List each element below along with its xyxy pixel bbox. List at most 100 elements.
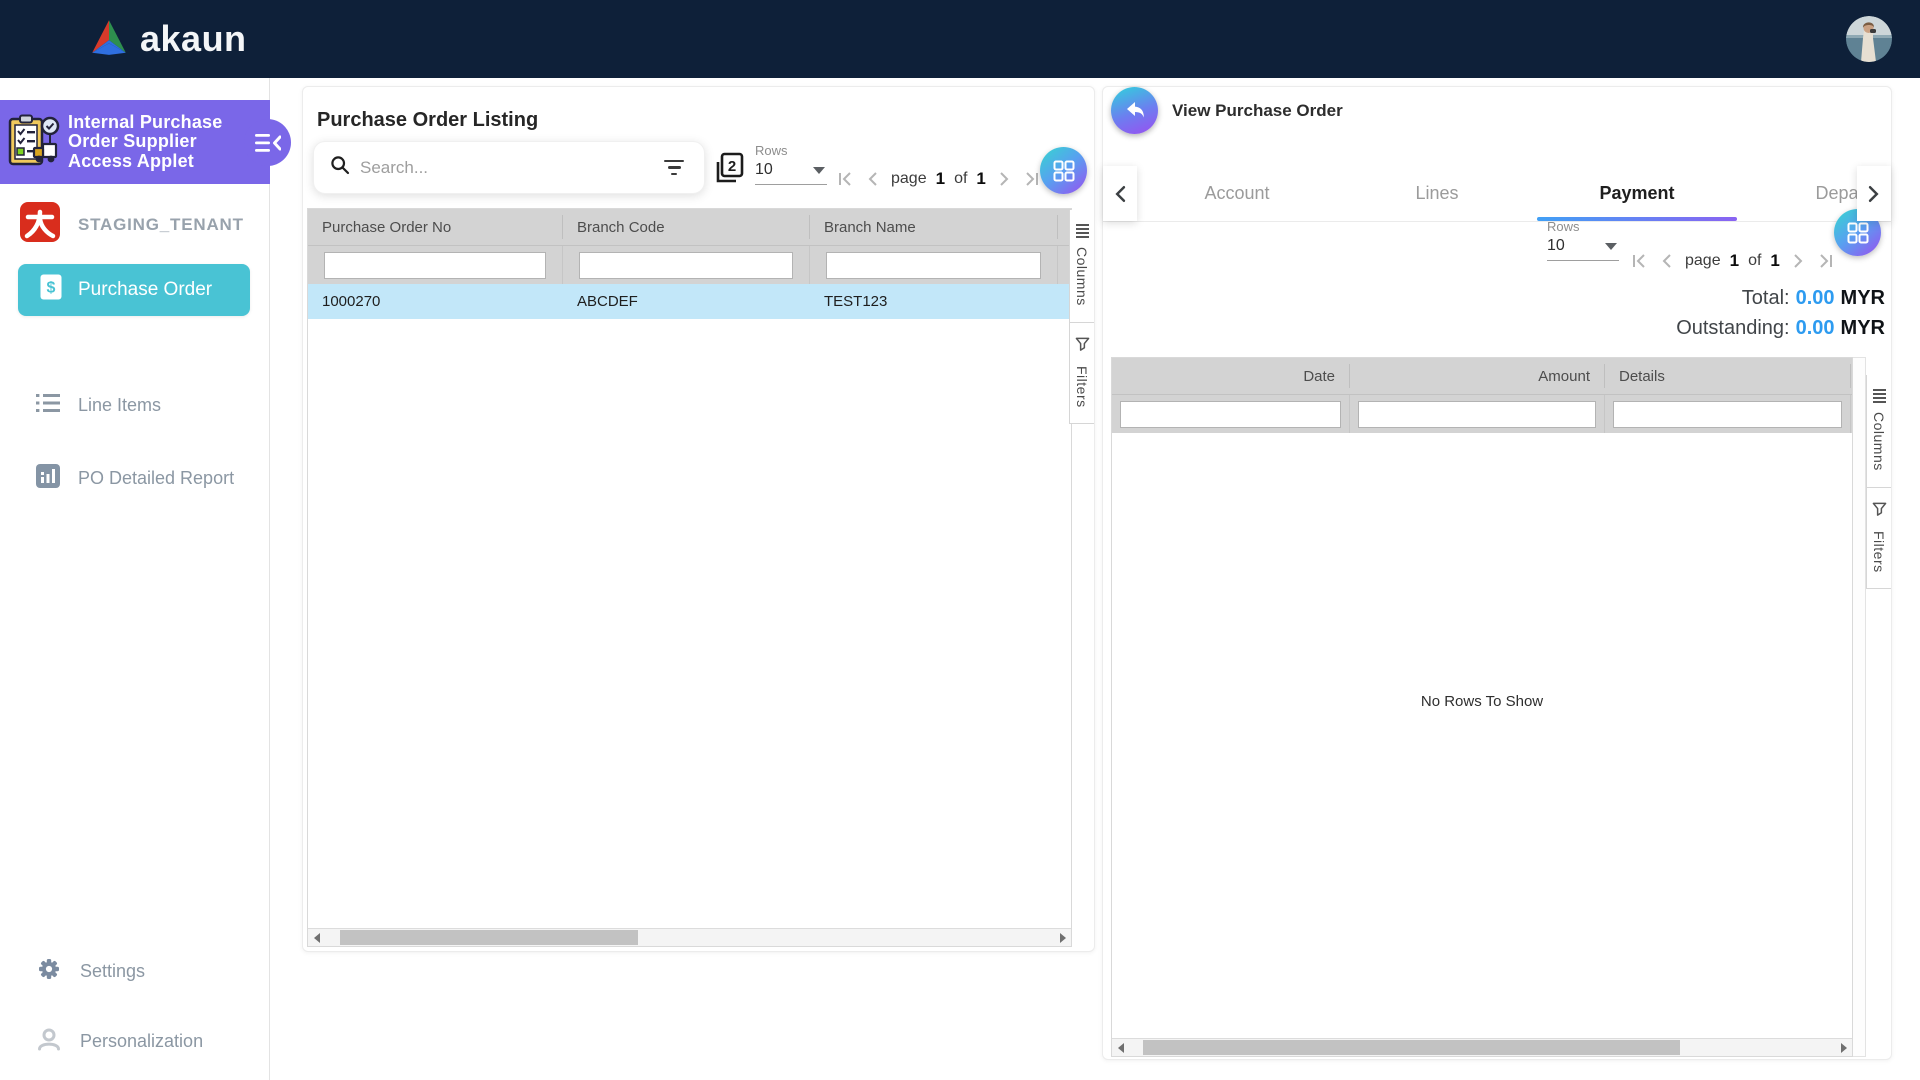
akaun-logo-icon: [88, 18, 130, 61]
detail-title: View Purchase Order: [1172, 101, 1343, 121]
column-header-details[interactable]: Details: [1605, 364, 1851, 388]
tab-department[interactable]: Depa: [1737, 166, 1857, 221]
table-filter-row: [1112, 394, 1852, 433]
rows-per-page: Rows 10: [1547, 219, 1619, 261]
purchase-order-table: Purchase Order No Branch Code Branch Nam…: [307, 208, 1072, 947]
tenant-logo-icon: [20, 202, 60, 247]
filter-input-branch-code[interactable]: [579, 252, 793, 279]
filter-input-branch-name[interactable]: [826, 252, 1041, 279]
rows-select[interactable]: 10: [1547, 234, 1619, 261]
list-icon: [36, 394, 60, 417]
sidebar-item-label: Line Items: [78, 395, 161, 416]
search-box: [313, 141, 705, 194]
column-header-purchase-order-no[interactable]: Purchase Order No: [308, 215, 563, 239]
tabs-scroll-right-button[interactable]: [1857, 166, 1891, 221]
of-word: of: [1748, 252, 1761, 270]
total-pages: 1: [976, 169, 985, 189]
chevron-down-icon: [1605, 243, 1617, 250]
tenant-selector[interactable]: STAGING_TENANT: [20, 202, 244, 247]
tab-payment[interactable]: Payment: [1537, 166, 1737, 221]
page-title: Purchase Order Listing: [317, 109, 538, 132]
rows-select[interactable]: 10: [755, 158, 827, 185]
user-avatar[interactable]: [1846, 16, 1892, 62]
purchase-order-listing-panel: Purchase Order Listing 2 Rows 10: [302, 86, 1095, 952]
last-page-button[interactable]: [1022, 170, 1040, 188]
scrollbar-thumb[interactable]: [1143, 1040, 1680, 1055]
scrollbar-thumb[interactable]: [340, 930, 639, 945]
page-word: page: [891, 170, 927, 188]
filter-input-purchase-order-no[interactable]: [324, 252, 546, 279]
outstanding-currency: MYR: [1841, 317, 1885, 339]
brand-name: akaun: [140, 18, 247, 60]
outstanding-line: Outstanding: 0.00 MYR: [1676, 313, 1885, 343]
sidebar-item-line-items[interactable]: Line Items: [36, 394, 161, 417]
column-header-branch-name[interactable]: Branch Name: [810, 215, 1058, 239]
applet-header: Internal Purchase Order Supplier Access …: [0, 100, 270, 184]
scroll-right-arrow[interactable]: [1054, 929, 1071, 946]
search-input[interactable]: [360, 158, 650, 178]
outstanding-label: Outstanding:: [1676, 317, 1789, 339]
tab-strip: Account Lines Payment Depa: [1103, 166, 1891, 222]
first-page-button[interactable]: [837, 170, 855, 188]
tab-account[interactable]: Account: [1137, 166, 1337, 221]
sidebar-item-personalization[interactable]: Personalization: [36, 1026, 203, 1057]
table-row-selected[interactable]: 1000270 ABCDEF TEST123: [308, 284, 1071, 319]
previous-page-button[interactable]: [864, 170, 882, 188]
scroll-right-arrow[interactable]: [1835, 1039, 1852, 1056]
collapse-sidebar-button[interactable]: [244, 119, 291, 166]
column-header-amount[interactable]: Amount: [1350, 364, 1605, 388]
person-icon: [36, 1026, 62, 1057]
scroll-left-arrow[interactable]: [308, 929, 325, 946]
column-header-branch-code[interactable]: Branch Code: [563, 215, 810, 239]
tab-lines[interactable]: Lines: [1337, 166, 1537, 221]
total-label: Total:: [1742, 287, 1790, 309]
horizontal-scrollbar: [308, 928, 1071, 946]
side-tab-label: Columns: [1871, 412, 1887, 471]
previous-page-button[interactable]: [1658, 252, 1676, 270]
svg-text:$: $: [47, 280, 56, 297]
search-icon: [330, 155, 350, 180]
bar-chart-icon: [36, 464, 60, 493]
side-tab-columns[interactable]: Columns: [1866, 375, 1891, 488]
side-tab-label: Filters: [1074, 366, 1090, 408]
sidebar-item-label: PO Detailed Report: [78, 468, 234, 489]
empty-table-message: No Rows To Show: [1112, 693, 1852, 710]
pagination: page 1 of 1: [837, 169, 1040, 189]
side-tab-filters[interactable]: Filters: [1069, 323, 1094, 425]
rows-per-page: Rows 10: [755, 143, 827, 185]
rows-label: Rows: [755, 143, 827, 158]
filter-input-details[interactable]: [1613, 401, 1842, 428]
outstanding-value: 0.00: [1796, 317, 1835, 339]
next-page-button[interactable]: [1789, 252, 1807, 270]
next-page-button[interactable]: [995, 170, 1013, 188]
grid-view-button[interactable]: [1040, 147, 1087, 194]
total-currency: MYR: [1841, 287, 1885, 309]
sidebar-item-po-detailed-report[interactable]: PO Detailed Report: [36, 464, 234, 493]
table-body: 1000270 ABCDEF TEST123: [308, 284, 1071, 928]
scrollbar-track[interactable]: [325, 929, 1054, 946]
filter-funnel-icon: [1872, 502, 1887, 522]
scrollbar-track[interactable]: [1129, 1039, 1835, 1056]
pages-icon[interactable]: 2: [713, 151, 745, 190]
back-button[interactable]: [1111, 87, 1158, 134]
app-root: akaun: [0, 0, 1920, 1080]
vertical-scrollbar[interactable]: [1853, 357, 1866, 1057]
grid-side-panel: Columns Filters: [1866, 375, 1891, 589]
side-tab-columns[interactable]: Columns: [1069, 210, 1094, 323]
tabs-scroll-left-button[interactable]: [1103, 166, 1137, 221]
scroll-left-arrow[interactable]: [1112, 1039, 1129, 1056]
sidebar-item-purchase-order[interactable]: $ Purchase Order: [18, 264, 250, 316]
first-page-button[interactable]: [1631, 252, 1649, 270]
column-header-date[interactable]: Date: [1112, 364, 1350, 388]
totals-block: Total: 0.00 MYR Outstanding: 0.00 MYR: [1676, 283, 1885, 343]
filter-icon[interactable]: [660, 156, 688, 180]
last-page-button[interactable]: [1816, 252, 1834, 270]
columns-icon: [1076, 224, 1089, 238]
filter-input-date[interactable]: [1120, 401, 1341, 428]
filter-input-amount[interactable]: [1358, 401, 1596, 428]
rows-value: 10: [1547, 237, 1565, 255]
view-purchase-order-panel: View Purchase Order Account Lines Paymen…: [1102, 86, 1892, 1060]
side-tab-filters[interactable]: Filters: [1866, 488, 1891, 590]
gear-icon: [36, 956, 62, 987]
sidebar-item-settings[interactable]: Settings: [36, 956, 145, 987]
